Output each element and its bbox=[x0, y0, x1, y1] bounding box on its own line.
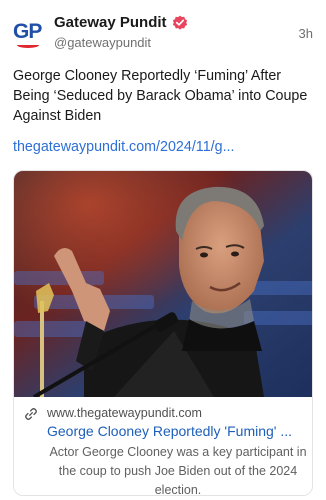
account-name[interactable]: Gateway Pundit bbox=[54, 14, 167, 31]
card-description: Actor George Clooney was a key participa… bbox=[49, 445, 307, 496]
avatar[interactable]: GP bbox=[13, 20, 43, 50]
avatar-logo: GP bbox=[13, 20, 42, 43]
account-handle[interactable]: @gatewaypundit bbox=[54, 35, 151, 50]
card-domain: www.thegatewaypundit.com bbox=[47, 406, 202, 420]
link-preview-card[interactable]: www.thegatewaypundit.com George Clooney … bbox=[13, 170, 313, 496]
verified-badge-icon bbox=[172, 15, 187, 30]
card-title[interactable]: George Clooney Reportedly 'Fuming' ... bbox=[47, 423, 309, 439]
post-text: George Clooney Reportedly ‘Fuming’ After… bbox=[13, 68, 308, 124]
name-row: Gateway Pundit bbox=[54, 14, 188, 31]
card-photo bbox=[14, 171, 312, 397]
post-time[interactable]: 3h bbox=[299, 26, 313, 41]
avatar-swoosh bbox=[17, 42, 39, 48]
link-icon bbox=[25, 408, 37, 420]
card-meta: www.thegatewaypundit.com George Clooney … bbox=[14, 397, 312, 496]
card-image[interactable] bbox=[14, 171, 312, 397]
post-header: GP Gateway Pundit @gatewaypundit 3h bbox=[13, 12, 313, 52]
post-link[interactable]: thegatewaypundit.com/2024/11/g... bbox=[13, 139, 235, 155]
